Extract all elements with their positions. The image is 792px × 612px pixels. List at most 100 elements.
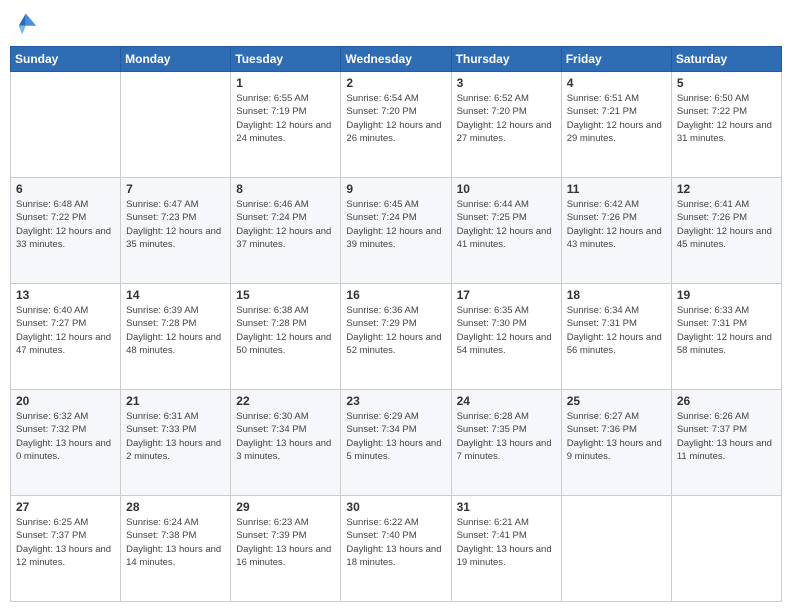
calendar-cell: 1Sunrise: 6:55 AM Sunset: 7:19 PM Daylig… (231, 72, 341, 178)
calendar-cell: 4Sunrise: 6:51 AM Sunset: 7:21 PM Daylig… (561, 72, 671, 178)
calendar-cell: 3 Sunrise: 6:52 AM Sunset: 7:20 PM Daylig… (451, 72, 561, 178)
calendar-cell: 26 Sunrise: 6:26 AM Sunset: 7:37 PM Dayli… (671, 390, 781, 496)
day-number: 31 (457, 500, 556, 514)
calendar-cell: 19Sunrise: 6:33 AM Sunset: 7:31 PM Dayli… (671, 284, 781, 390)
day-number: 21 (126, 394, 225, 408)
day-info: Sunrise: 6:26 AM Sunset: 7:37 PM Dayligh… (677, 410, 776, 463)
day-number: 17 (457, 288, 556, 302)
day-number: 9 (346, 182, 445, 196)
calendar-cell (671, 496, 781, 602)
calendar-cell: 23 Sunrise: 6:29 AM Sunset: 7:34 PM Dayli… (341, 390, 451, 496)
week-row-0: 1Sunrise: 6:55 AM Sunset: 7:19 PM Daylig… (11, 72, 782, 178)
day-info: Sunrise: 6:28 AM Sunset: 7:35 PM Dayligh… (457, 410, 556, 463)
day-info: Sunrise: 6:40 AM Sunset: 7:27 PM Dayligh… (16, 304, 115, 357)
calendar-cell: 28 Sunrise: 6:24 AM Sunset: 7:38 PM Dayli… (121, 496, 231, 602)
weekday-header-sunday: Sunday (11, 47, 121, 72)
week-row-4: 27 Sunrise: 6:25 AM Sunset: 7:37 PM Dayli… (11, 496, 782, 602)
day-number: 30 (346, 500, 445, 514)
day-info: Sunrise: 6:25 AM Sunset: 7:37 PM Dayligh… (16, 516, 115, 569)
day-info: Sunrise: 6:27 AM Sunset: 7:36 PM Dayligh… (567, 410, 666, 463)
weekday-header-monday: Monday (121, 47, 231, 72)
day-info: Sunrise: 6:36 AM Sunset: 7:29 PM Dayligh… (346, 304, 445, 357)
calendar-cell: 9 Sunrise: 6:45 AM Sunset: 7:24 PM Daylig… (341, 178, 451, 284)
day-number: 18 (567, 288, 666, 302)
calendar-cell: 13 Sunrise: 6:40 AM Sunset: 7:27 PM Dayli… (11, 284, 121, 390)
calendar-cell: 22 Sunrise: 6:30 AM Sunset: 7:34 PM Dayli… (231, 390, 341, 496)
calendar-cell: 16 Sunrise: 6:36 AM Sunset: 7:29 PM Dayli… (341, 284, 451, 390)
calendar-table: SundayMondayTuesdayWednesdayThursdayFrid… (10, 46, 782, 602)
logo-icon (10, 10, 38, 38)
day-info: Sunrise: 6:54 AM Sunset: 7:20 PM Dayligh… (346, 92, 445, 145)
day-info: Sunrise: 6:29 AM Sunset: 7:34 PM Dayligh… (346, 410, 445, 463)
calendar-cell: 25 Sunrise: 6:27 AM Sunset: 7:36 PM Dayli… (561, 390, 671, 496)
day-number: 27 (16, 500, 115, 514)
page: SundayMondayTuesdayWednesdayThursdayFrid… (0, 0, 792, 612)
calendar-cell (561, 496, 671, 602)
day-info: Sunrise: 6:23 AM Sunset: 7:39 PM Dayligh… (236, 516, 335, 569)
day-number: 20 (16, 394, 115, 408)
day-number: 3 (457, 76, 556, 90)
day-info: Sunrise: 6:24 AM Sunset: 7:38 PM Dayligh… (126, 516, 225, 569)
day-number: 7 (126, 182, 225, 196)
day-number: 24 (457, 394, 556, 408)
weekday-header-tuesday: Tuesday (231, 47, 341, 72)
day-info: Sunrise: 6:22 AM Sunset: 7:40 PM Dayligh… (346, 516, 445, 569)
calendar-cell: 5 Sunrise: 6:50 AM Sunset: 7:22 PM Daylig… (671, 72, 781, 178)
day-info: Sunrise: 6:48 AM Sunset: 7:22 PM Dayligh… (16, 198, 115, 251)
day-number: 16 (346, 288, 445, 302)
calendar-cell: 15 Sunrise: 6:38 AM Sunset: 7:28 PM Dayli… (231, 284, 341, 390)
day-number: 6 (16, 182, 115, 196)
day-info: Sunrise: 6:47 AM Sunset: 7:23 PM Dayligh… (126, 198, 225, 251)
day-number: 11 (567, 182, 666, 196)
day-number: 26 (677, 394, 776, 408)
day-number: 22 (236, 394, 335, 408)
calendar-cell: 12Sunrise: 6:41 AM Sunset: 7:26 PM Dayli… (671, 178, 781, 284)
calendar-cell: 27 Sunrise: 6:25 AM Sunset: 7:37 PM Dayli… (11, 496, 121, 602)
calendar-cell: 18 Sunrise: 6:34 AM Sunset: 7:31 PM Dayli… (561, 284, 671, 390)
header (10, 10, 782, 38)
logo (10, 10, 42, 38)
day-number: 12 (677, 182, 776, 196)
week-row-3: 20 Sunrise: 6:32 AM Sunset: 7:32 PM Dayli… (11, 390, 782, 496)
day-number: 8 (236, 182, 335, 196)
calendar-cell: 14Sunrise: 6:39 AM Sunset: 7:28 PM Dayli… (121, 284, 231, 390)
day-info: Sunrise: 6:30 AM Sunset: 7:34 PM Dayligh… (236, 410, 335, 463)
day-info: Sunrise: 6:51 AM Sunset: 7:21 PM Dayligh… (567, 92, 666, 145)
day-number: 13 (16, 288, 115, 302)
day-info: Sunrise: 6:52 AM Sunset: 7:20 PM Dayligh… (457, 92, 556, 145)
calendar-cell: 6 Sunrise: 6:48 AM Sunset: 7:22 PM Daylig… (11, 178, 121, 284)
day-info: Sunrise: 6:42 AM Sunset: 7:26 PM Dayligh… (567, 198, 666, 251)
weekday-header-saturday: Saturday (671, 47, 781, 72)
day-info: Sunrise: 6:46 AM Sunset: 7:24 PM Dayligh… (236, 198, 335, 251)
calendar-cell: 10 Sunrise: 6:44 AM Sunset: 7:25 PM Dayli… (451, 178, 561, 284)
day-info: Sunrise: 6:44 AM Sunset: 7:25 PM Dayligh… (457, 198, 556, 251)
calendar-cell: 24 Sunrise: 6:28 AM Sunset: 7:35 PM Dayli… (451, 390, 561, 496)
day-info: Sunrise: 6:21 AM Sunset: 7:41 PM Dayligh… (457, 516, 556, 569)
calendar-cell: 30 Sunrise: 6:22 AM Sunset: 7:40 PM Dayli… (341, 496, 451, 602)
calendar-cell: 21Sunrise: 6:31 AM Sunset: 7:33 PM Dayli… (121, 390, 231, 496)
calendar-cell: 17 Sunrise: 6:35 AM Sunset: 7:30 PM Dayli… (451, 284, 561, 390)
day-info: Sunrise: 6:50 AM Sunset: 7:22 PM Dayligh… (677, 92, 776, 145)
weekday-header-thursday: Thursday (451, 47, 561, 72)
calendar-cell: 8 Sunrise: 6:46 AM Sunset: 7:24 PM Daylig… (231, 178, 341, 284)
calendar-cell (121, 72, 231, 178)
day-info: Sunrise: 6:35 AM Sunset: 7:30 PM Dayligh… (457, 304, 556, 357)
day-info: Sunrise: 6:45 AM Sunset: 7:24 PM Dayligh… (346, 198, 445, 251)
day-info: Sunrise: 6:34 AM Sunset: 7:31 PM Dayligh… (567, 304, 666, 357)
day-number: 28 (126, 500, 225, 514)
day-info: Sunrise: 6:32 AM Sunset: 7:32 PM Dayligh… (16, 410, 115, 463)
day-number: 25 (567, 394, 666, 408)
calendar-cell: 31 Sunrise: 6:21 AM Sunset: 7:41 PM Dayli… (451, 496, 561, 602)
calendar-cell (11, 72, 121, 178)
day-number: 15 (236, 288, 335, 302)
day-info: Sunrise: 6:33 AM Sunset: 7:31 PM Dayligh… (677, 304, 776, 357)
day-number: 5 (677, 76, 776, 90)
day-number: 10 (457, 182, 556, 196)
calendar-cell: 7 Sunrise: 6:47 AM Sunset: 7:23 PM Daylig… (121, 178, 231, 284)
day-info: Sunrise: 6:55 AM Sunset: 7:19 PM Dayligh… (236, 92, 335, 145)
day-number: 23 (346, 394, 445, 408)
day-info: Sunrise: 6:39 AM Sunset: 7:28 PM Dayligh… (126, 304, 225, 357)
calendar-cell: 11 Sunrise: 6:42 AM Sunset: 7:26 PM Dayli… (561, 178, 671, 284)
weekday-header-wednesday: Wednesday (341, 47, 451, 72)
day-info: Sunrise: 6:38 AM Sunset: 7:28 PM Dayligh… (236, 304, 335, 357)
